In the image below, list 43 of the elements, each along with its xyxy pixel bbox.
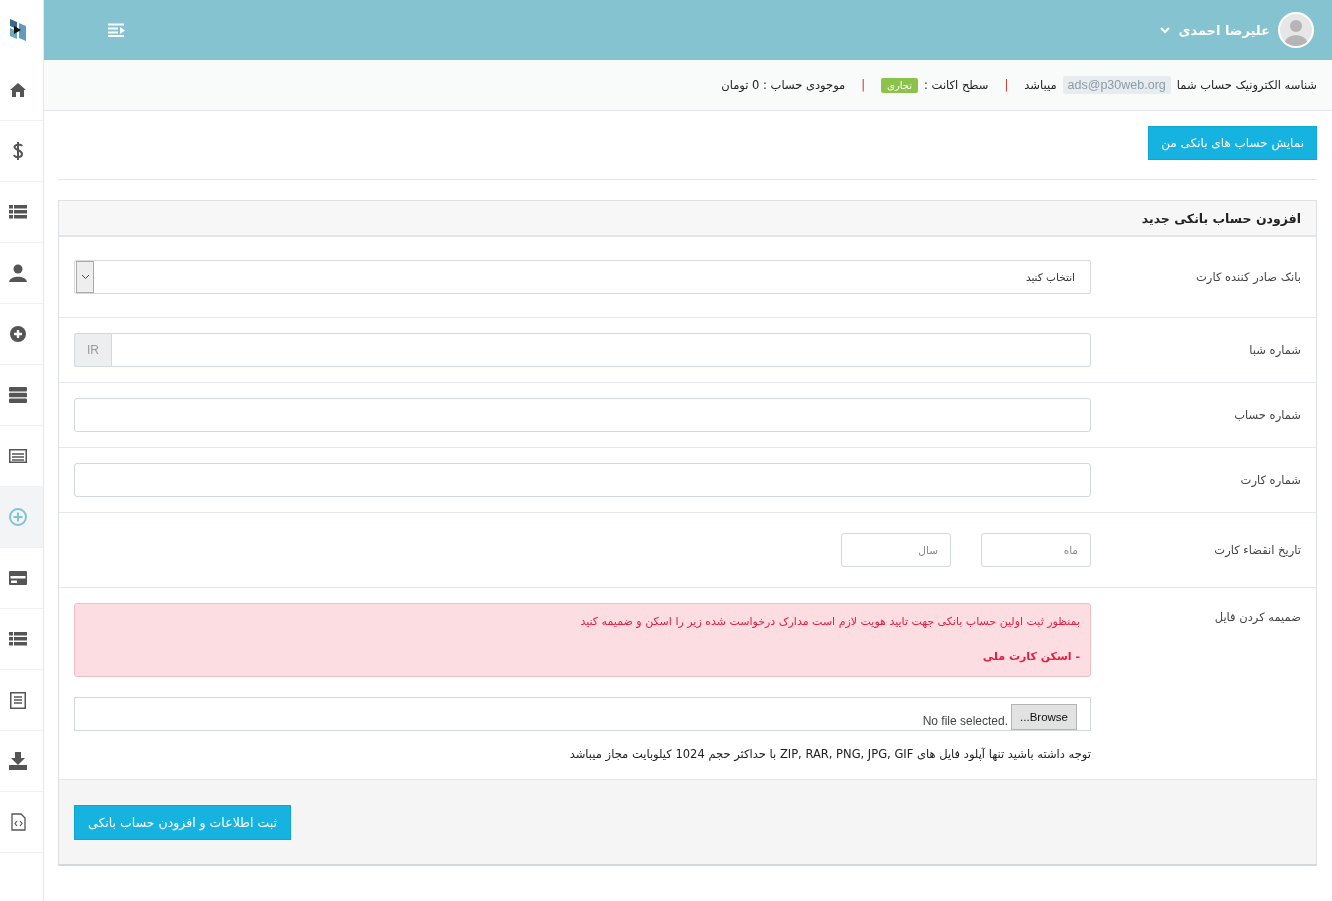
bank-select[interactable]: انتخاب کنید bbox=[74, 260, 1091, 294]
alert-text: بمنظور ثبت اولین حساب بانکی جهت تایید هویت لازم است مدارک درخواست شده زیر را اسکن و ضمیمه کنید bbox=[579, 614, 1080, 630]
input-prefix: IR bbox=[74, 333, 111, 367]
email-badge: ads@p30web.org bbox=[1062, 76, 1171, 94]
field-label: شماره کارت bbox=[1240, 473, 1301, 487]
logo-icon bbox=[9, 17, 27, 43]
document-icon bbox=[10, 691, 26, 709]
file-status: No file selected. bbox=[922, 714, 1009, 730]
user-icon bbox=[9, 264, 27, 282]
list-icon bbox=[9, 205, 27, 219]
year-field[interactable]: سال bbox=[841, 533, 951, 567]
alert-item: - اسکن کارت ملی bbox=[981, 649, 1080, 665]
separator-text: | bbox=[861, 78, 866, 92]
dollar-icon bbox=[12, 141, 24, 161]
download-icon bbox=[9, 752, 27, 770]
plus-circle-icon bbox=[10, 326, 26, 342]
code-file-icon bbox=[10, 813, 26, 831]
card-icon bbox=[9, 571, 27, 585]
account-level-badge: تجاری bbox=[881, 77, 919, 93]
input-field[interactable] bbox=[74, 463, 1091, 497]
field-label: شماره شبا bbox=[1249, 343, 1301, 357]
info-text: شناسه الکترونیک حساب شما bbox=[1176, 78, 1317, 92]
home-icon bbox=[9, 82, 27, 98]
list-window-icon bbox=[9, 449, 27, 463]
plus-circle-icon bbox=[9, 508, 27, 526]
info-text: سطح اکانت : bbox=[924, 78, 989, 92]
info-text: میباشد bbox=[1024, 78, 1057, 92]
field-label: تاریخ انقضاء کارت bbox=[1214, 543, 1301, 557]
field-label: بانک صادر کننده کارت bbox=[1196, 270, 1301, 284]
chevron-down-icon bbox=[80, 274, 90, 280]
input-field[interactable] bbox=[74, 398, 1091, 432]
separator-text: | bbox=[1004, 78, 1009, 92]
browse-button[interactable]: Browse... bbox=[1011, 704, 1077, 730]
file-upload-field[interactable]: No file selected. Browse... bbox=[74, 697, 1091, 731]
upload-note: توجه داشته باشید تنها آپلود فایل های ZIP, RAR, PNG, JPG, GIF با حداکثر حجم 1024 کیلوبایت مجاز میباشد bbox=[568, 747, 1091, 761]
input-field[interactable] bbox=[111, 333, 1091, 367]
balance-text: موجودی حساب : 0 تومان bbox=[721, 78, 846, 92]
server-icon bbox=[9, 387, 27, 403]
month-field[interactable]: ماه bbox=[981, 533, 1091, 567]
panel-title: افزودن حساب بانکی جدید bbox=[1141, 210, 1301, 226]
field-label: شماره حساب bbox=[1234, 408, 1301, 422]
field-label: ضمیمه کردن فایل bbox=[1214, 610, 1301, 624]
list-icon bbox=[9, 632, 27, 646]
